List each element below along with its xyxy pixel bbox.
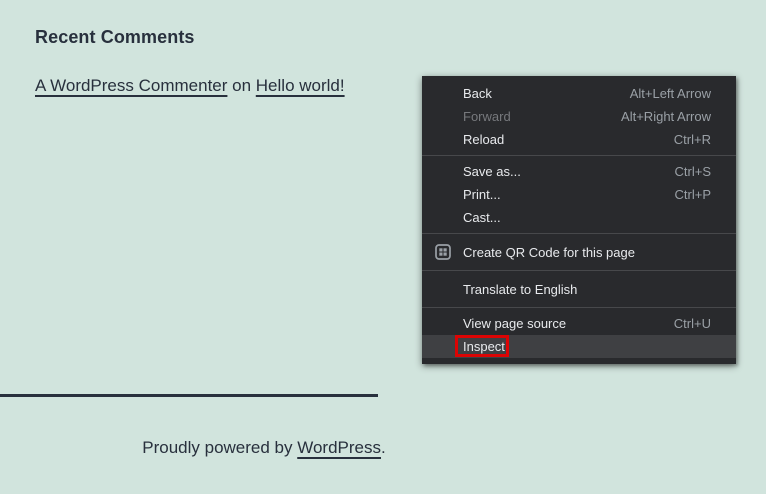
menu-item-label: Back (463, 86, 492, 101)
footer-separator (0, 394, 378, 397)
menu-item-label: Save as... (463, 164, 521, 179)
menu-item-back[interactable]: Back Alt+Left Arrow (422, 82, 736, 105)
footer-credit-suffix: . (381, 438, 386, 457)
menu-item-label: Create QR Code for this page (463, 245, 635, 260)
menu-item-label: Reload (463, 132, 504, 147)
menu-item-shortcut: Ctrl+R (674, 132, 711, 147)
menu-item-save-as[interactable]: Save as... Ctrl+S (422, 160, 736, 183)
menu-item-shortcut: Ctrl+P (675, 187, 711, 202)
menu-item-translate-to-english[interactable]: Translate to English (422, 275, 736, 303)
footer-credit-prefix: Proudly powered by (142, 438, 297, 457)
menu-separator (422, 155, 736, 156)
context-menu: Back Alt+Left Arrow Forward Alt+Right Arrow… (422, 76, 736, 364)
recent-comment-entry: A WordPress Commenter on Hello world! (35, 76, 345, 96)
menu-separator (422, 233, 736, 234)
menu-item-reload[interactable]: Reload Ctrl+R (422, 128, 736, 151)
menu-item-inspect[interactable]: Inspect (422, 335, 736, 358)
comment-post-link[interactable]: Hello world! (256, 76, 345, 95)
menu-item-create-qr-code-for-this-page[interactable]: Create QR Code for this page (422, 238, 736, 266)
comment-author-link[interactable]: A WordPress Commenter (35, 76, 227, 95)
menu-item-shortcut: Ctrl+U (674, 316, 711, 331)
menu-item-label: Forward (463, 109, 511, 124)
menu-separator (422, 270, 736, 271)
recent-comments-heading: Recent Comments (35, 27, 195, 48)
menu-item-label: Inspect (463, 339, 505, 354)
menu-item-view-page-source[interactable]: View page source Ctrl+U (422, 312, 736, 335)
menu-item-label: Translate to English (463, 282, 577, 297)
menu-item-label: View page source (463, 316, 566, 331)
menu-item-label: Cast... (463, 210, 501, 225)
menu-item-cast[interactable]: Cast... (422, 206, 736, 229)
footer-credit: Proudly powered by WordPress. (0, 438, 528, 458)
wordpress-link[interactable]: WordPress (297, 438, 381, 457)
menu-item-shortcut: Ctrl+S (675, 164, 711, 179)
menu-separator (422, 307, 736, 308)
menu-item-forward: Forward Alt+Right Arrow (422, 105, 736, 128)
menu-item-print[interactable]: Print... Ctrl+P (422, 183, 736, 206)
menu-item-shortcut: Alt+Right Arrow (621, 109, 711, 124)
qr-code-icon (435, 244, 451, 260)
menu-item-label: Print... (463, 187, 501, 202)
menu-item-shortcut: Alt+Left Arrow (630, 86, 711, 101)
comment-connector-text: on (227, 76, 255, 95)
